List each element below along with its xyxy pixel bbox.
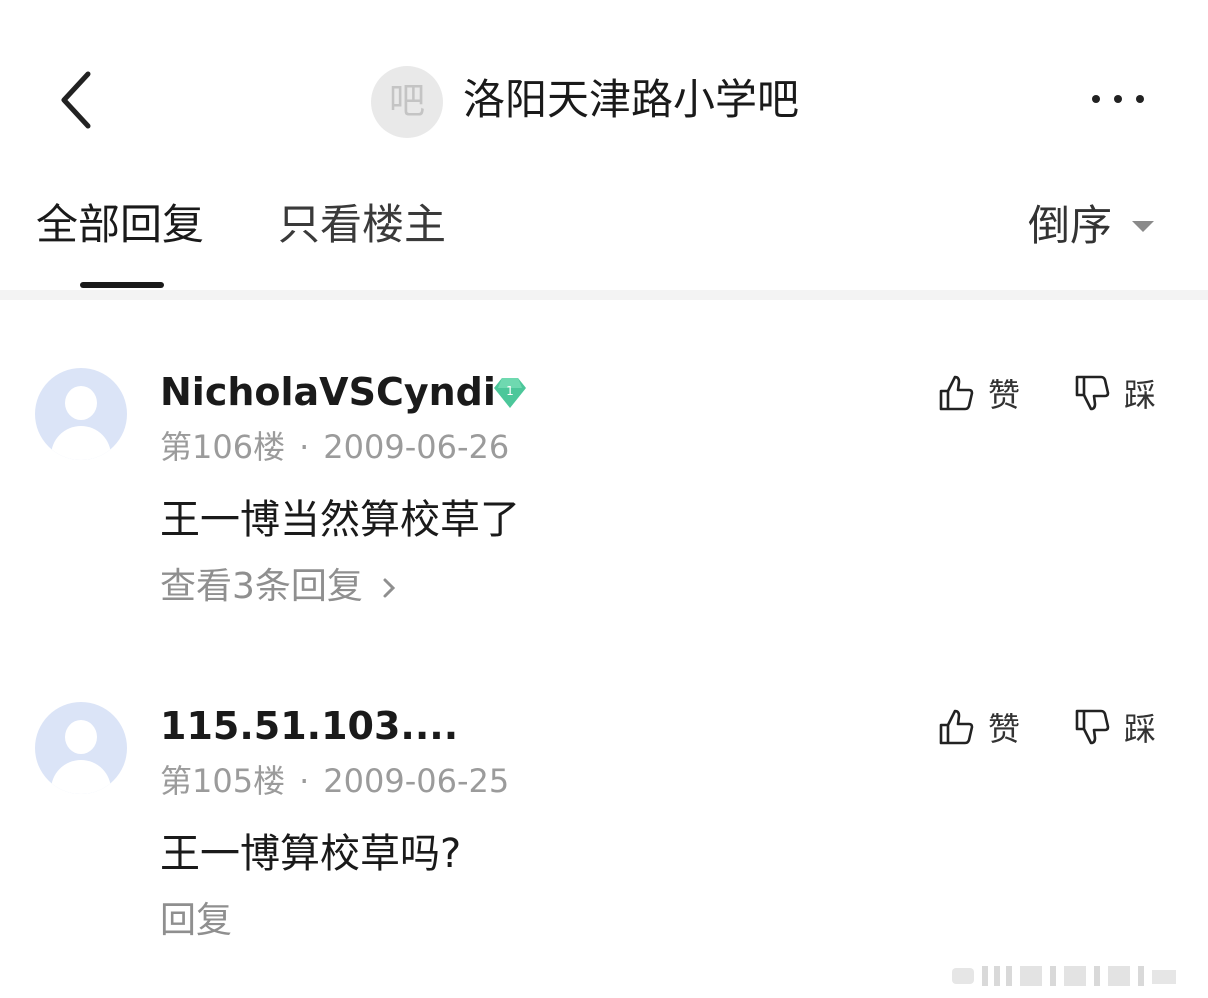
- username[interactable]: NicholaVSCyndi: [160, 366, 496, 418]
- post-item: NicholaVSCyndi 1 第106楼 · 2009-06-26 王一博当然算…: [0, 330, 1208, 620]
- like-button[interactable]: 赞: [936, 704, 1020, 750]
- thumbs-up-icon: [939, 375, 974, 411]
- tab-owner-only[interactable]: 只看楼主: [278, 196, 446, 254]
- thumbs-down-icon: [1075, 709, 1110, 745]
- thumbs-up-icon: [939, 709, 974, 745]
- view-replies-label: 查看3条回复: [160, 566, 363, 607]
- dislike-button[interactable]: 踩: [1072, 370, 1156, 416]
- chevron-left-icon: [61, 71, 91, 129]
- back-button[interactable]: [52, 66, 102, 136]
- forum-title[interactable]: 洛阳天津路小学吧: [463, 72, 799, 128]
- user-avatar[interactable]: [35, 702, 127, 794]
- meta-separator: ·: [299, 428, 310, 466]
- level-badge-icon: 1: [492, 374, 528, 410]
- more-options-button[interactable]: [1088, 84, 1148, 114]
- post-meta: 第106楼 · 2009-06-26: [160, 424, 509, 470]
- dislike-label: 踩: [1124, 376, 1157, 414]
- active-tab-indicator: [80, 282, 164, 288]
- forum-avatar[interactable]: 吧: [371, 66, 443, 138]
- view-replies-link[interactable]: 查看3条回复: [160, 562, 400, 612]
- caret-down-icon: [1132, 221, 1154, 232]
- like-label: 赞: [988, 710, 1021, 748]
- dislike-button[interactable]: 踩: [1072, 704, 1156, 750]
- section-divider: [0, 290, 1208, 300]
- dislike-label: 踩: [1124, 710, 1157, 748]
- watermark: [948, 960, 1198, 990]
- tab-all-replies[interactable]: 全部回复: [36, 196, 204, 254]
- post-content: 王一博算校草吗?: [160, 831, 462, 877]
- user-avatar[interactable]: [35, 368, 127, 460]
- post-date: 2009-06-25: [323, 762, 510, 800]
- meta-separator: ·: [299, 762, 310, 800]
- post-content: 王一博当然算校草了: [160, 497, 520, 543]
- post-date: 2009-06-26: [323, 428, 510, 466]
- chevron-right-icon: [383, 578, 396, 598]
- username[interactable]: 115.51.103....: [160, 700, 458, 752]
- post-item: 115.51.103.... 第105楼 · 2009-06-25 王一博算校草吗?…: [0, 664, 1208, 954]
- reply-link[interactable]: 回复: [160, 896, 232, 946]
- like-label: 赞: [988, 376, 1021, 414]
- like-button[interactable]: 赞: [936, 370, 1020, 416]
- post-meta: 第105楼 · 2009-06-25: [160, 758, 509, 804]
- floor-number: 第106楼: [160, 428, 286, 466]
- sort-order-dropdown[interactable]: 倒序: [1028, 198, 1112, 254]
- thumbs-down-icon: [1075, 375, 1110, 411]
- level-number: 1: [506, 384, 514, 398]
- floor-number: 第105楼: [160, 762, 286, 800]
